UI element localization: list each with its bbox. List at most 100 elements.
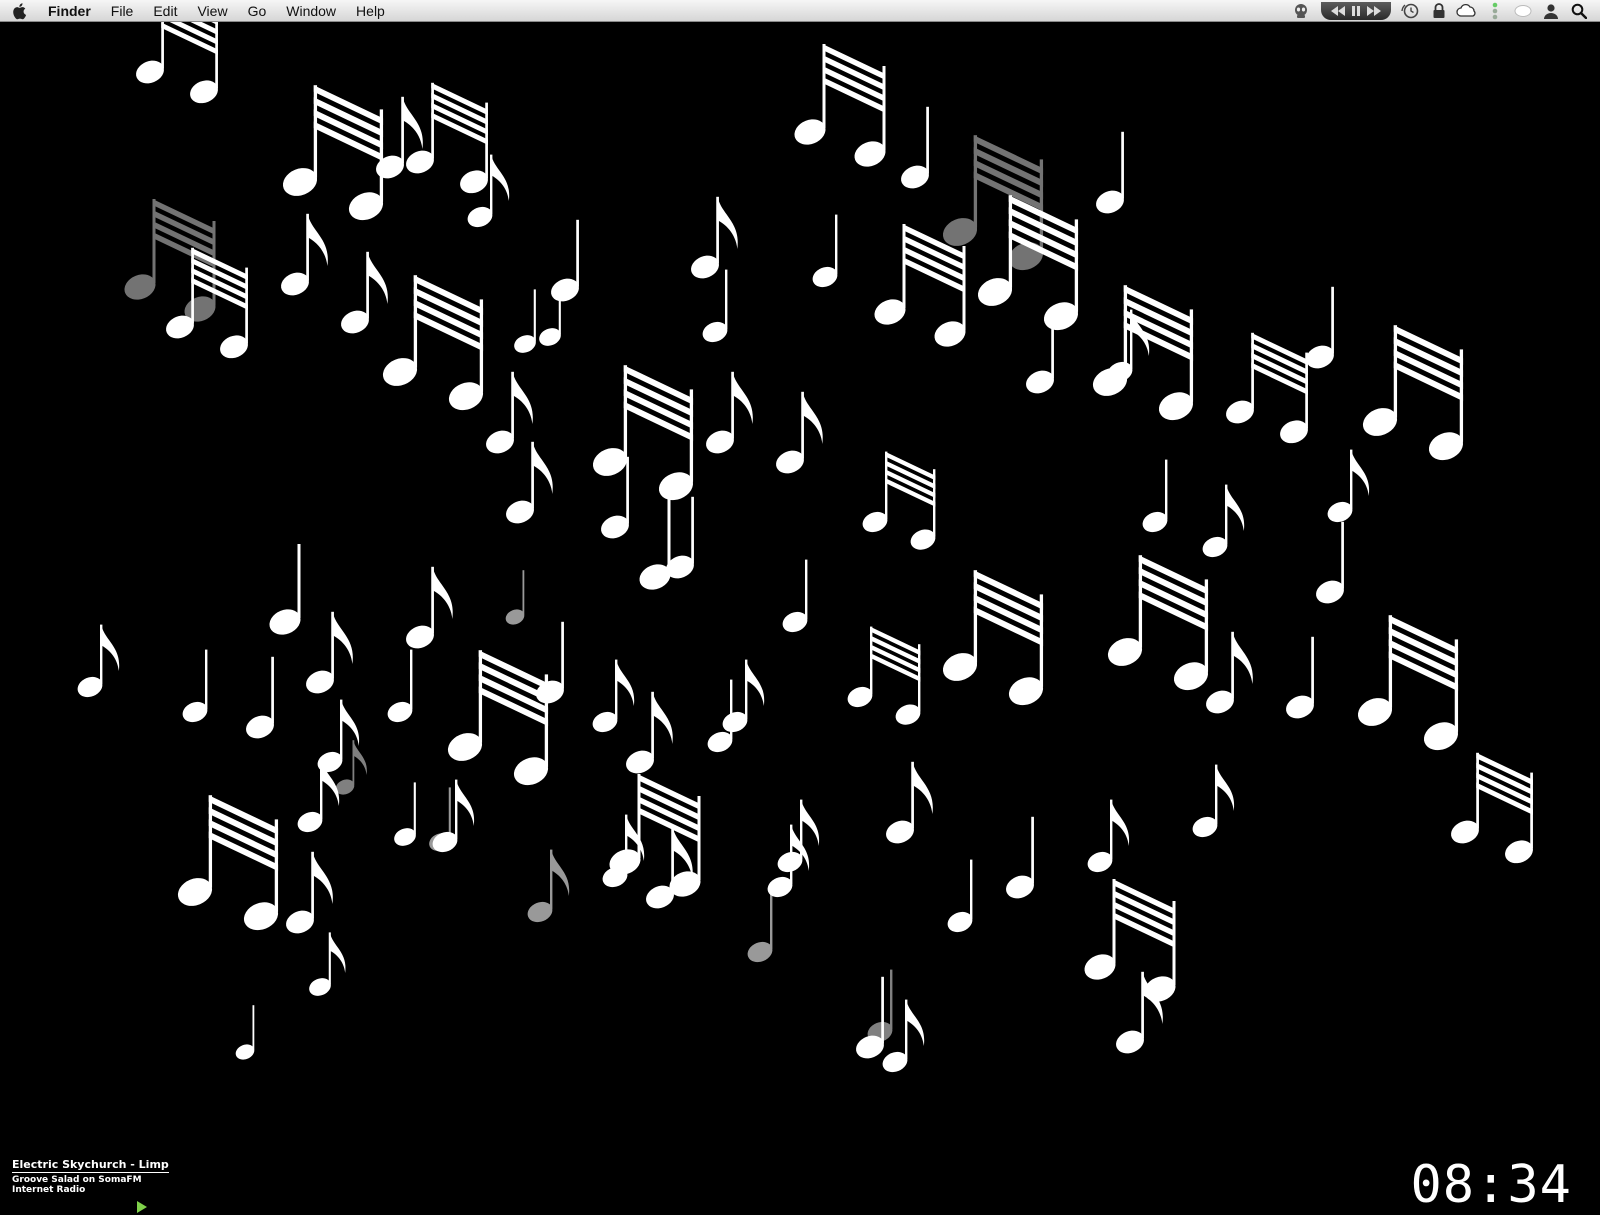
menu-window[interactable]: Window [276,0,346,22]
music-note-icon [626,691,673,774]
menu-view[interactable]: View [187,0,237,22]
music-note-icon [1006,816,1034,899]
lock-icon[interactable] [1428,0,1450,22]
music-note-icon [1286,636,1314,719]
music-note-icon [776,391,823,474]
music-note-icon [592,659,635,733]
music-note-icon [1107,555,1209,691]
music-note-icon [536,621,564,704]
menu-edit[interactable]: Edit [143,0,187,22]
music-note-icon [306,611,353,694]
music-note-icon [862,451,936,550]
menu-app-finder[interactable]: Finder [40,0,101,22]
music-note-icon [235,1005,255,1060]
music-note-icon [747,889,773,963]
music-note-icon [387,649,413,723]
music-note-icon [1096,131,1124,214]
music-note-icon [722,659,765,733]
music-note-icon [539,282,561,346]
now-playing-station: Groove Salad on SomaFM [12,1175,142,1185]
music-note-icon [639,499,671,590]
music-note-icon [886,761,933,844]
music-note-icon [246,656,274,739]
user-icon[interactable] [1540,0,1562,22]
play-icon[interactable] [136,1201,148,1213]
music-note-icon [177,795,279,931]
music-note-icon [707,679,733,753]
music-note-icon [394,782,416,846]
music-note-icon [1327,449,1370,523]
music-note-icon [1451,752,1533,864]
music-note-icon [782,559,808,633]
music-note-icon [281,213,328,296]
music-note-icon [1192,764,1235,838]
music-note-icon [429,787,451,851]
now-playing-widget: Electric Skychurch - Limp Groove Salad o… [12,1153,169,1213]
menu-go[interactable]: Go [238,0,277,22]
music-note-icon [1084,879,1176,1002]
music-note-icon [77,624,120,698]
music-note-icon [486,371,533,454]
music-note-icon [382,275,484,411]
music-note-icon [1206,631,1253,714]
music-note-icon [1202,484,1245,558]
speech-bubble-icon[interactable] [1512,0,1534,22]
time-machine-icon[interactable] [1400,0,1422,22]
music-note-icon [182,649,208,723]
music-note-icon [867,969,893,1043]
music-note-icon [1362,325,1464,461]
pause-icon[interactable] [1351,6,1361,16]
now-playing-type: Internet Radio [12,1185,86,1195]
music-note-icon [406,566,453,649]
music-note-icon [691,196,738,279]
now-playing-title: Electric Skychurch - Limp [12,1158,169,1173]
music-note-icon [341,251,388,334]
music-note-icon [309,932,346,996]
music-note-icon [856,976,884,1059]
music-note-icon [1226,332,1308,444]
menu-file[interactable]: File [101,0,144,22]
music-note-icon [706,371,753,454]
music-note-icon [1142,459,1168,533]
music-note-icon [1026,311,1054,394]
traffic-light-icon[interactable] [1484,0,1506,22]
music-note-icon [794,44,886,167]
music-note-icon [847,626,921,725]
cloud-icon[interactable] [1456,0,1478,22]
menu-bar: Finder File Edit View Go Window Help [0,0,1600,22]
clock-display: 08:34 [1410,1155,1572,1215]
apple-menu-icon[interactable] [0,0,40,22]
music-note-icon [124,199,216,322]
music-note-icon [286,851,333,934]
music-note-icon [514,289,536,353]
spotlight-search-icon[interactable] [1568,0,1590,22]
screensaver-canvas: Electric Skychurch - Limp Groove Salad o… [0,22,1600,1215]
music-note-icon [335,740,367,795]
menu-help[interactable]: Help [346,0,395,22]
music-note-icon [282,85,384,221]
alien-icon[interactable] [1290,0,1312,22]
music-note-icon [1357,615,1459,751]
music-note-icon [505,570,525,625]
music-note-icon [592,365,694,501]
music-note-icon [702,269,728,343]
music-note-icon [551,219,579,302]
music-note-icon [527,849,570,923]
music-note-icon [1092,285,1194,421]
music-note-icon [269,544,301,635]
music-note-icon [901,106,929,189]
music-note-icon [447,650,549,786]
music-note-icon [136,22,218,104]
music-note-icon [646,826,693,909]
music-note-icon [812,214,838,288]
music-note-icon [942,570,1044,706]
music-note-icon [1087,799,1130,873]
fast-forward-icon[interactable] [1367,6,1381,16]
music-notes-screensaver [77,22,1533,1073]
music-note-icon [1306,286,1334,369]
music-note-icon [506,441,553,524]
media-transport-icon[interactable] [1321,2,1391,20]
rewind-icon[interactable] [1331,6,1345,16]
music-note-icon [1316,521,1344,604]
music-note-icon [406,82,488,194]
